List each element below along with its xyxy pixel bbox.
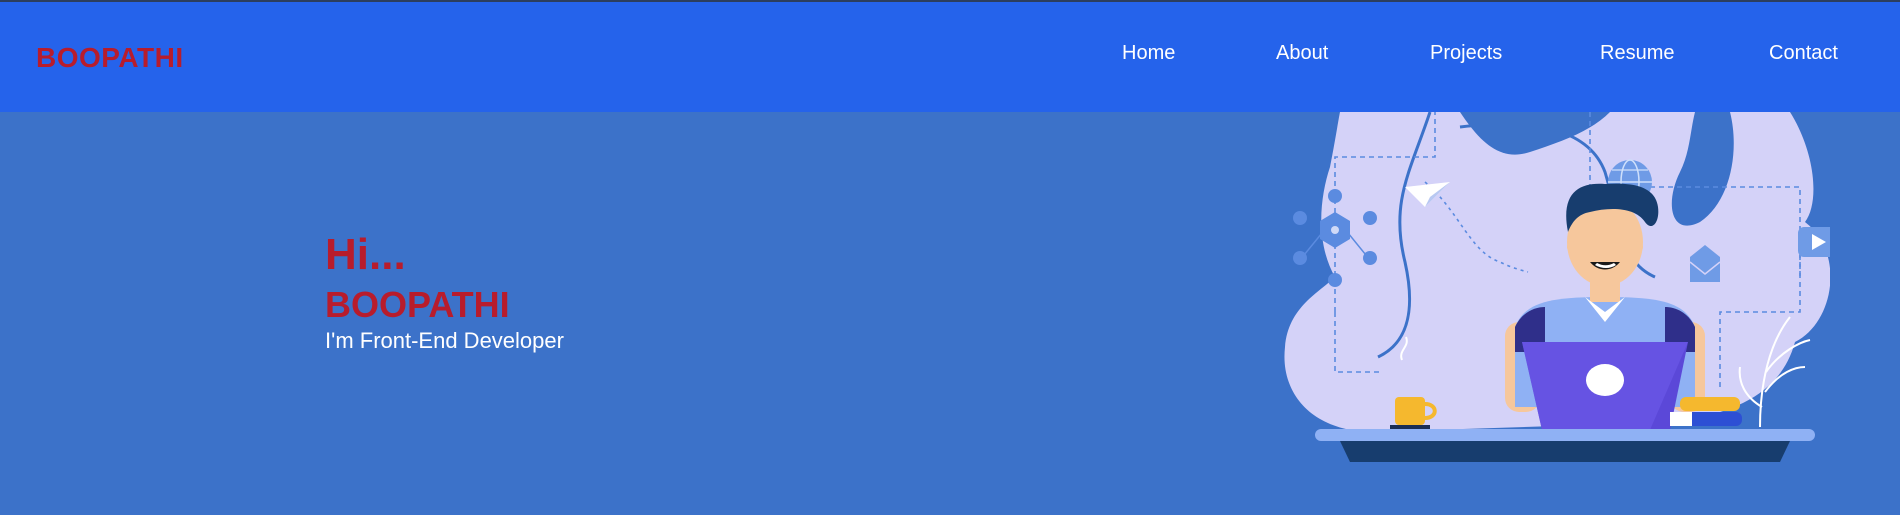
nav-links: Home About Projects Resume Contact	[0, 42, 1900, 72]
nav-about[interactable]: About	[1276, 42, 1328, 65]
nav-resume[interactable]: Resume	[1600, 42, 1674, 65]
video-play-icon	[1798, 227, 1830, 257]
hero-name: BOOPATHI	[325, 284, 510, 325]
developer-illustration	[1284, 112, 1830, 462]
hero-role: I'm Front-End Developer	[325, 328, 564, 353]
nav-contact[interactable]: Contact	[1769, 42, 1838, 65]
laptop	[1522, 342, 1688, 430]
desk	[1315, 429, 1815, 462]
nav-home[interactable]: Home	[1122, 42, 1175, 65]
navbar: BOOPATHI Home About Projects Resume Cont…	[0, 2, 1900, 112]
page: BOOPATHI Home About Projects Resume Cont…	[0, 0, 1900, 515]
hero-greeting: Hi...	[325, 230, 406, 279]
nav-projects[interactable]: Projects	[1430, 42, 1502, 65]
